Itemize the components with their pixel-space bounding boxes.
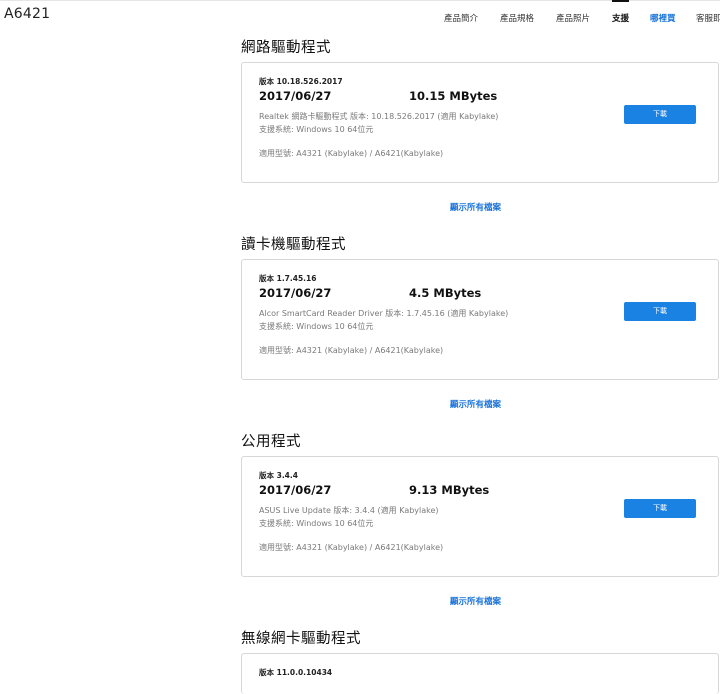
show-all-files-link[interactable]: 顯示所有檔案: [450, 398, 501, 410]
download-button[interactable]: 下載: [624, 105, 696, 124]
supported-os: 支援系統: Windows 10 64位元: [259, 125, 374, 134]
download-card-network: 版本 10.18.526.2017 2017/06/27 10.15 MByte…: [241, 62, 719, 183]
driver-description: ASUS Live Update 版本: 3.4.4 (適用 Kabylake)…: [259, 504, 439, 530]
version-label: 版本 1.7.45.16: [259, 274, 317, 283]
section-title-utilities: 公用程式: [241, 434, 301, 450]
show-all-files-link[interactable]: 顯示所有檔案: [450, 201, 501, 213]
driver-description: Realtek 網路卡驅動程式 版本: 10.18.526.2017 (適用 K…: [259, 110, 498, 136]
section-title-network-driver: 網路驅動程式: [241, 40, 331, 56]
section-title-wireless-driver: 無線網卡驅動程式: [241, 631, 361, 647]
applicable-models: 適用型號: A4321 (Kabylake) / A6421(Kabylake): [259, 543, 444, 552]
version-label: 版本 3.4.4: [259, 471, 298, 480]
file-size: 4.5 MBytes: [409, 286, 482, 300]
nav-support[interactable]: 支援: [612, 0, 630, 24]
driver-name: Alcor SmartCard Reader Driver 版本: 1.7.45…: [259, 309, 509, 318]
download-card-utility: 版本 3.4.4 2017/06/27 9.13 MBytes ASUS Liv…: [241, 456, 719, 577]
release-date: 2017/06/27: [259, 89, 332, 103]
product-nav: 產品簡介 產品規格 產品照片 支援 哪裡買 客服即: [430, 0, 720, 28]
nav-where-to-buy[interactable]: 哪裡買: [650, 12, 676, 24]
applicable-models: 適用型號: A4321 (Kabylake) / A6421(Kabylake): [259, 149, 444, 158]
nav-photos[interactable]: 產品照片: [556, 12, 590, 24]
version-label: 版本 10.18.526.2017: [259, 77, 343, 86]
supported-os: 支援系統: Windows 10 64位元: [259, 519, 374, 528]
show-all-files-link[interactable]: 顯示所有檔案: [450, 595, 501, 607]
applicable-models: 適用型號: A4321 (Kabylake) / A6421(Kabylake): [259, 346, 444, 355]
download-card-wireless: 版本 11.0.0.10434: [241, 653, 719, 694]
driver-name: ASUS Live Update 版本: 3.4.4 (適用 Kabylake): [259, 506, 439, 515]
driver-name: Realtek 網路卡驅動程式 版本: 10.18.526.2017 (適用 K…: [259, 112, 499, 121]
section-title-card-reader-driver: 讀卡機驅動程式: [241, 237, 346, 253]
release-date: 2017/06/27: [259, 483, 332, 497]
file-size: 10.15 MBytes: [409, 89, 498, 103]
version-label: 版本 11.0.0.10434: [259, 668, 333, 677]
download-button[interactable]: 下載: [624, 499, 696, 518]
download-button[interactable]: 下載: [624, 302, 696, 321]
page-title: A6421: [4, 6, 51, 22]
nav-specs[interactable]: 產品規格: [500, 12, 534, 24]
download-card-card-reader: 版本 1.7.45.16 2017/06/27 4.5 MBytes Alcor…: [241, 259, 719, 380]
nav-overview[interactable]: 產品簡介: [444, 12, 478, 24]
release-date: 2017/06/27: [259, 286, 332, 300]
driver-description: Alcor SmartCard Reader Driver 版本: 1.7.45…: [259, 307, 508, 333]
file-size: 9.13 MBytes: [409, 483, 490, 497]
supported-os: 支援系統: Windows 10 64位元: [259, 322, 374, 331]
nav-customer-service[interactable]: 客服即: [696, 12, 720, 24]
